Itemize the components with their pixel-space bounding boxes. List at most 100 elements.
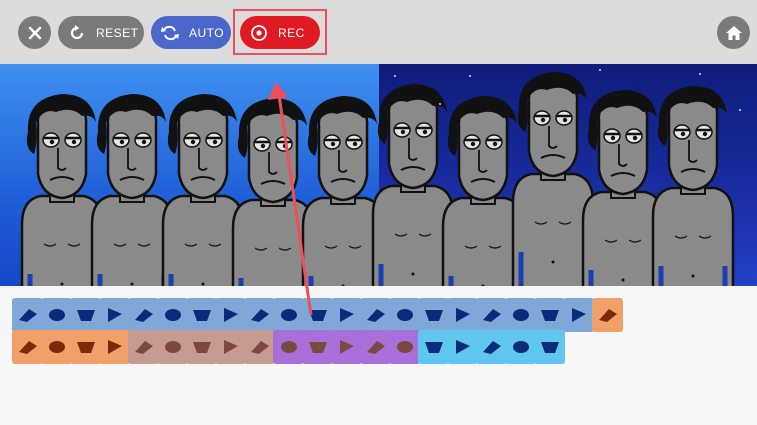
beat-icon [223, 308, 238, 322]
sound-icon-beat[interactable] [186, 298, 217, 332]
melody-icon [308, 342, 327, 353]
singer-9[interactable] [583, 90, 663, 286]
sound-icon-beat[interactable] [331, 298, 362, 332]
beat-icon [482, 309, 501, 322]
beat-icon [424, 310, 443, 321]
sound-icon-vocal[interactable] [505, 330, 536, 364]
sound-icon-beat[interactable] [302, 298, 333, 332]
beat-icon [571, 308, 586, 322]
close-icon [28, 26, 41, 39]
sound-icon-beat[interactable] [476, 298, 507, 332]
melody-icon [366, 341, 385, 354]
beat-icon [512, 309, 529, 321]
singer-6[interactable] [373, 84, 453, 286]
melody-icon [134, 341, 153, 354]
sound-icon-beat[interactable] [244, 298, 275, 332]
rec-label: REC [278, 25, 305, 40]
sound-icon-effect[interactable] [592, 298, 623, 332]
sound-icon-melody[interactable] [157, 330, 188, 364]
reset-label: RESET [96, 25, 139, 40]
singer-5[interactable] [303, 96, 383, 286]
sound-icon-beat[interactable] [12, 298, 43, 332]
sound-icon-beat[interactable] [447, 298, 478, 332]
beat-icon [396, 309, 413, 321]
sound-icon-effect[interactable] [70, 330, 101, 364]
melody-icon [396, 341, 413, 353]
auto-icon [159, 22, 181, 44]
sound-icon-effect[interactable] [12, 330, 43, 364]
sound-icon-effect[interactable] [99, 330, 130, 364]
sound-icon-beat[interactable] [360, 298, 391, 332]
sound-icon-beat[interactable] [273, 298, 304, 332]
auto-button[interactable]: AUTO [151, 16, 231, 49]
beat-icon [366, 309, 385, 322]
singer-1[interactable] [22, 94, 102, 286]
beat-icon [455, 308, 470, 322]
beat-icon [308, 310, 327, 321]
melody-icon [339, 340, 354, 354]
sound-icon-beat[interactable] [534, 298, 565, 332]
home-icon [725, 25, 742, 40]
singer-7[interactable] [443, 96, 523, 286]
singer-4[interactable] [233, 98, 313, 286]
rec-button[interactable]: REC [240, 16, 320, 49]
sound-icon-vocal[interactable] [418, 330, 449, 364]
reset-button[interactable]: RESET [58, 16, 144, 49]
melody-icon [192, 342, 211, 353]
sound-icon-beat[interactable] [418, 298, 449, 332]
melody-icon [223, 340, 238, 354]
character-stage [0, 64, 757, 286]
sound-icon-melody[interactable] [215, 330, 246, 364]
singer-3[interactable] [163, 94, 243, 286]
effect-icon [48, 341, 65, 353]
sound-icon-melody[interactable] [331, 330, 362, 364]
sound-icon-beat[interactable] [563, 298, 594, 332]
melody-icon [280, 341, 297, 353]
effect-icon [76, 342, 95, 353]
sound-icon-beat[interactable] [505, 298, 536, 332]
sound-icon-melody[interactable] [128, 330, 159, 364]
beat-icon [164, 309, 181, 321]
sound-icon-beat[interactable] [41, 298, 72, 332]
beat-icon [76, 310, 95, 321]
sound-icon-vocal[interactable] [534, 330, 565, 364]
sound-icon-beat[interactable] [99, 298, 130, 332]
sound-icon-vocal[interactable] [476, 330, 507, 364]
record-icon [248, 22, 270, 44]
vocal-icon [540, 342, 559, 353]
sound-icon-beat[interactable] [157, 298, 188, 332]
beat-icon [48, 309, 65, 321]
sound-icon-melody[interactable] [389, 330, 420, 364]
beat-icon [339, 308, 354, 322]
reset-icon [66, 22, 88, 44]
melody-icon [250, 341, 269, 354]
beat-icon [540, 310, 559, 321]
beat-icon [18, 309, 37, 322]
sound-icon-melody[interactable] [273, 330, 304, 364]
singer-10[interactable] [653, 86, 733, 286]
sound-icon-melody[interactable] [244, 330, 275, 364]
close-button[interactable] [18, 16, 51, 49]
sound-icon-beat[interactable] [128, 298, 159, 332]
sound-icon-beat[interactable] [389, 298, 420, 332]
beat-icon [134, 309, 153, 322]
melody-icon [164, 341, 181, 353]
top-toolbar: RESET AUTO REC [0, 0, 757, 64]
sound-icon-melody[interactable] [302, 330, 333, 364]
sound-icon-melody[interactable] [360, 330, 391, 364]
vocal-icon [455, 340, 470, 354]
beat-icon [107, 308, 122, 322]
home-button[interactable] [717, 16, 750, 49]
singer-8[interactable] [513, 72, 593, 286]
beat-icon [280, 309, 297, 321]
sound-icon-beat[interactable] [215, 298, 246, 332]
auto-label: AUTO [189, 25, 225, 40]
sound-icon-effect[interactable] [41, 330, 72, 364]
sound-icon-melody[interactable] [186, 330, 217, 364]
sound-icon-beat[interactable] [70, 298, 101, 332]
vocal-icon [424, 342, 443, 353]
sound-icon-vocal[interactable] [447, 330, 478, 364]
sound-tray [0, 286, 757, 425]
effect-icon [598, 309, 617, 322]
singer-2[interactable] [92, 94, 172, 286]
